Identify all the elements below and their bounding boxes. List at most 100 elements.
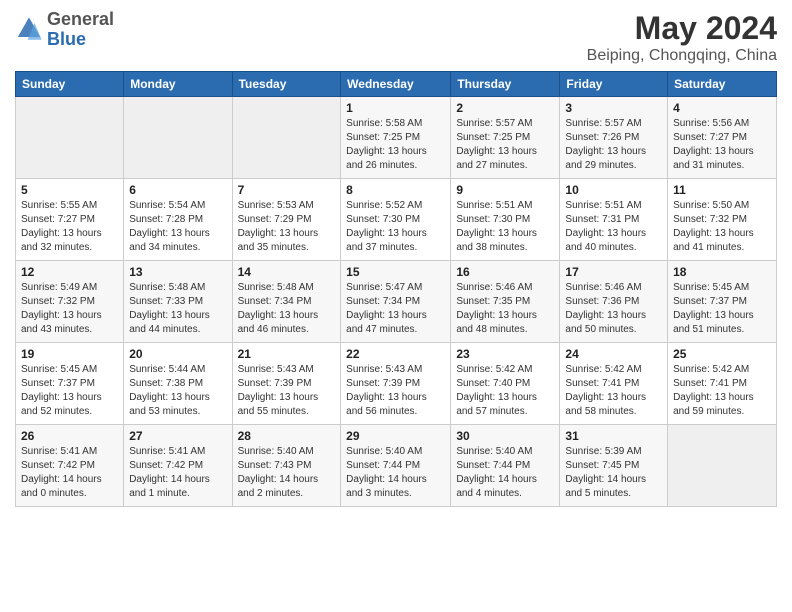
calendar-cell: 10 Sunrise: 5:51 AMSunset: 7:31 PMDayligh…: [560, 179, 668, 261]
calendar-cell: 3 Sunrise: 5:57 AMSunset: 7:26 PMDaylight…: [560, 97, 668, 179]
day-number: 29: [346, 429, 445, 443]
day-info: Sunrise: 5:54 AMSunset: 7:28 PMDaylight:…: [129, 199, 226, 255]
calendar-cell: 27 Sunrise: 5:41 AMSunset: 7:42 PMDayligh…: [124, 425, 232, 507]
day-info: Sunrise: 5:40 AMSunset: 7:44 PMDaylight:…: [346, 445, 445, 501]
day-info: Sunrise: 5:46 AMSunset: 7:35 PMDaylight:…: [456, 281, 554, 337]
day-header-sunday: Sunday: [16, 72, 124, 97]
day-info: Sunrise: 5:56 AMSunset: 7:27 PMDaylight:…: [673, 117, 771, 173]
calendar-cell: 11 Sunrise: 5:50 AMSunset: 7:32 PMDayligh…: [668, 179, 777, 261]
day-info: Sunrise: 5:52 AMSunset: 7:30 PMDaylight:…: [346, 199, 445, 255]
day-number: 5: [21, 183, 118, 197]
day-info: Sunrise: 5:57 AMSunset: 7:26 PMDaylight:…: [565, 117, 662, 173]
day-number: 14: [238, 265, 336, 279]
day-number: 31: [565, 429, 662, 443]
day-header-wednesday: Wednesday: [341, 72, 451, 97]
calendar-cell: 2Sunrise: 5:57 AMSunset: 7:25 PMDaylight…: [451, 97, 560, 179]
day-number: 28: [238, 429, 336, 443]
calendar-cell: 25 Sunrise: 5:42 AMSunset: 7:41 PMDayligh…: [668, 343, 777, 425]
calendar-cell: 14 Sunrise: 5:48 AMSunset: 7:34 PMDayligh…: [232, 261, 341, 343]
day-info: Sunrise: 5:53 AMSunset: 7:29 PMDaylight:…: [238, 199, 336, 255]
header: General Blue May 2024 Beiping, Chongqing…: [15, 10, 777, 65]
calendar-cell: 13 Sunrise: 5:48 AMSunset: 7:33 PMDayligh…: [124, 261, 232, 343]
subtitle: Beiping, Chongqing, China: [587, 47, 777, 65]
week-row-4: 19 Sunrise: 5:45 AMSunset: 7:37 PMDayligh…: [16, 343, 777, 425]
calendar-cell: 15 Sunrise: 5:47 AMSunset: 7:34 PMDayligh…: [341, 261, 451, 343]
day-number: 15: [346, 265, 445, 279]
calendar-cell: 5 Sunrise: 5:55 AMSunset: 7:27 PMDaylight…: [16, 179, 124, 261]
day-header-tuesday: Tuesday: [232, 72, 341, 97]
calendar-cell: 30 Sunrise: 5:40 AMSunset: 7:44 PMDayligh…: [451, 425, 560, 507]
day-info: Sunrise: 5:39 AMSunset: 7:45 PMDaylight:…: [565, 445, 662, 501]
calendar-cell: 20Sunrise: 5:44 AMSunset: 7:38 PMDayligh…: [124, 343, 232, 425]
day-info: Sunrise: 5:51 AMSunset: 7:31 PMDaylight:…: [565, 199, 662, 255]
calendar-cell: 26 Sunrise: 5:41 AMSunset: 7:42 PMDayligh…: [16, 425, 124, 507]
day-info: Sunrise: 5:55 AMSunset: 7:27 PMDaylight:…: [21, 199, 118, 255]
main-title: May 2024: [587, 10, 777, 47]
day-number: 1: [346, 101, 445, 115]
calendar-cell: 29 Sunrise: 5:40 AMSunset: 7:44 PMDayligh…: [341, 425, 451, 507]
day-info: Sunrise: 5:42 AMSunset: 7:40 PMDaylight:…: [456, 363, 554, 419]
day-number: 26: [21, 429, 118, 443]
calendar-cell: 1 Sunrise: 5:58 AMSunset: 7:25 PMDaylight…: [341, 97, 451, 179]
calendar-cell: 28 Sunrise: 5:40 AMSunset: 7:43 PMDayligh…: [232, 425, 341, 507]
logo-blue-text: Blue: [47, 29, 86, 49]
day-header-monday: Monday: [124, 72, 232, 97]
day-header-thursday: Thursday: [451, 72, 560, 97]
logo-icon: [15, 16, 43, 44]
day-number: 27: [129, 429, 226, 443]
calendar-cell: [16, 97, 124, 179]
calendar-cell: 16 Sunrise: 5:46 AMSunset: 7:35 PMDayligh…: [451, 261, 560, 343]
calendar-cell: 18 Sunrise: 5:45 AMSunset: 7:37 PMDayligh…: [668, 261, 777, 343]
day-info: Sunrise: 5:40 AMSunset: 7:43 PMDaylight:…: [238, 445, 336, 501]
day-number: 6: [129, 183, 226, 197]
day-info: Sunrise: 5:57 AMSunset: 7:25 PMDaylight:…: [456, 117, 554, 173]
day-info: Sunrise: 5:43 AMSunset: 7:39 PMDaylight:…: [346, 363, 445, 419]
day-number: 18: [673, 265, 771, 279]
day-info: Sunrise: 5:48 AMSunset: 7:34 PMDaylight:…: [238, 281, 336, 337]
day-info: Sunrise: 5:48 AMSunset: 7:33 PMDaylight:…: [129, 281, 226, 337]
day-number: 20: [129, 347, 226, 361]
calendar-cell: 4 Sunrise: 5:56 AMSunset: 7:27 PMDaylight…: [668, 97, 777, 179]
day-number: 10: [565, 183, 662, 197]
calendar-cell: 9Sunrise: 5:51 AMSunset: 7:30 PMDaylight…: [451, 179, 560, 261]
calendar-cell: 8Sunrise: 5:52 AMSunset: 7:30 PMDaylight…: [341, 179, 451, 261]
day-info: Sunrise: 5:43 AMSunset: 7:39 PMDaylight:…: [238, 363, 336, 419]
day-info: Sunrise: 5:50 AMSunset: 7:32 PMDaylight:…: [673, 199, 771, 255]
calendar-cell: 19 Sunrise: 5:45 AMSunset: 7:37 PMDayligh…: [16, 343, 124, 425]
day-header-saturday: Saturday: [668, 72, 777, 97]
day-number: 22: [346, 347, 445, 361]
day-info: Sunrise: 5:58 AMSunset: 7:25 PMDaylight:…: [346, 117, 445, 173]
calendar-cell: 17Sunrise: 5:46 AMSunset: 7:36 PMDayligh…: [560, 261, 668, 343]
day-number: 25: [673, 347, 771, 361]
calendar-header-row: SundayMondayTuesdayWednesdayThursdayFrid…: [16, 72, 777, 97]
day-number: 30: [456, 429, 554, 443]
day-info: Sunrise: 5:41 AMSunset: 7:42 PMDaylight:…: [129, 445, 226, 501]
day-number: 24: [565, 347, 662, 361]
day-number: 13: [129, 265, 226, 279]
day-info: Sunrise: 5:45 AMSunset: 7:37 PMDaylight:…: [21, 363, 118, 419]
day-number: 21: [238, 347, 336, 361]
day-info: Sunrise: 5:51 AMSunset: 7:30 PMDaylight:…: [456, 199, 554, 255]
day-info: Sunrise: 5:40 AMSunset: 7:44 PMDaylight:…: [456, 445, 554, 501]
day-number: 16: [456, 265, 554, 279]
day-number: 11: [673, 183, 771, 197]
day-number: 7: [238, 183, 336, 197]
day-number: 4: [673, 101, 771, 115]
day-number: 3: [565, 101, 662, 115]
day-info: Sunrise: 5:47 AMSunset: 7:34 PMDaylight:…: [346, 281, 445, 337]
calendar-cell: 23 Sunrise: 5:42 AMSunset: 7:40 PMDayligh…: [451, 343, 560, 425]
calendar-cell: [232, 97, 341, 179]
calendar-cell: [668, 425, 777, 507]
calendar-cell: 21 Sunrise: 5:43 AMSunset: 7:39 PMDayligh…: [232, 343, 341, 425]
day-info: Sunrise: 5:42 AMSunset: 7:41 PMDaylight:…: [565, 363, 662, 419]
day-info: Sunrise: 5:45 AMSunset: 7:37 PMDaylight:…: [673, 281, 771, 337]
title-block: May 2024 Beiping, Chongqing, China: [587, 10, 777, 65]
day-number: 23: [456, 347, 554, 361]
day-number: 19: [21, 347, 118, 361]
day-info: Sunrise: 5:41 AMSunset: 7:42 PMDaylight:…: [21, 445, 118, 501]
day-info: Sunrise: 5:42 AMSunset: 7:41 PMDaylight:…: [673, 363, 771, 419]
day-info: Sunrise: 5:49 AMSunset: 7:32 PMDaylight:…: [21, 281, 118, 337]
week-row-3: 12Sunrise: 5:49 AMSunset: 7:32 PMDayligh…: [16, 261, 777, 343]
calendar-cell: 31 Sunrise: 5:39 AMSunset: 7:45 PMDayligh…: [560, 425, 668, 507]
calendar-cell: 12Sunrise: 5:49 AMSunset: 7:32 PMDayligh…: [16, 261, 124, 343]
